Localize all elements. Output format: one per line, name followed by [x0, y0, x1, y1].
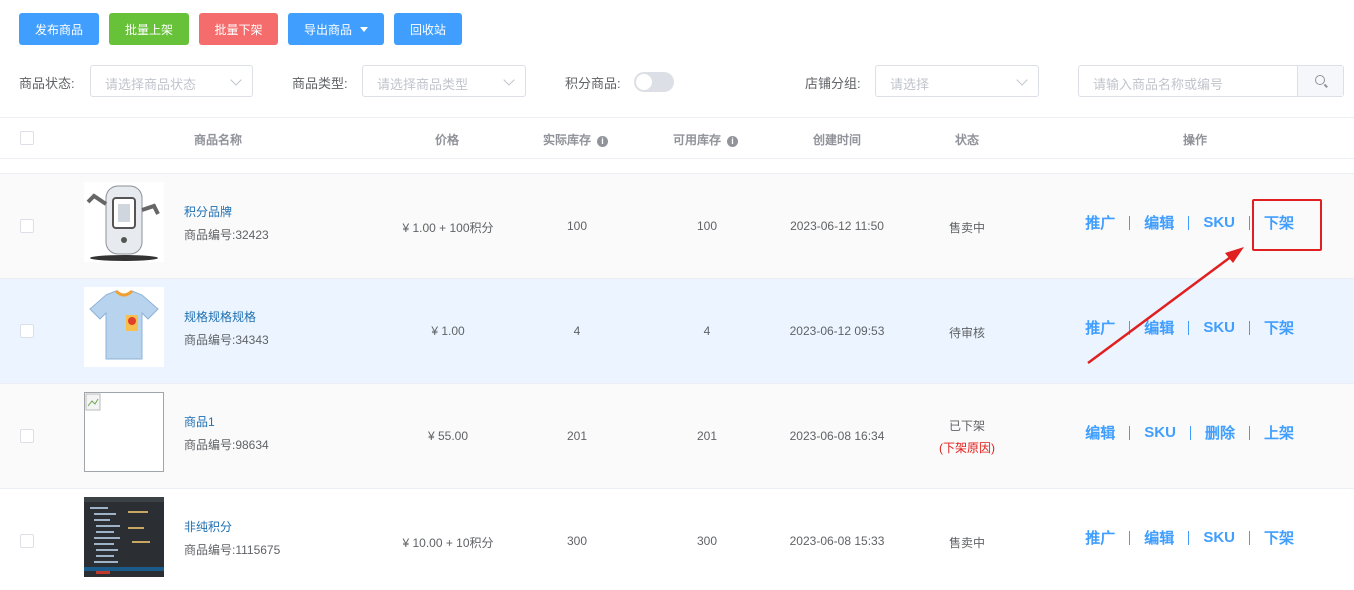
annotation-arrow-icon [1087, 247, 1244, 365]
